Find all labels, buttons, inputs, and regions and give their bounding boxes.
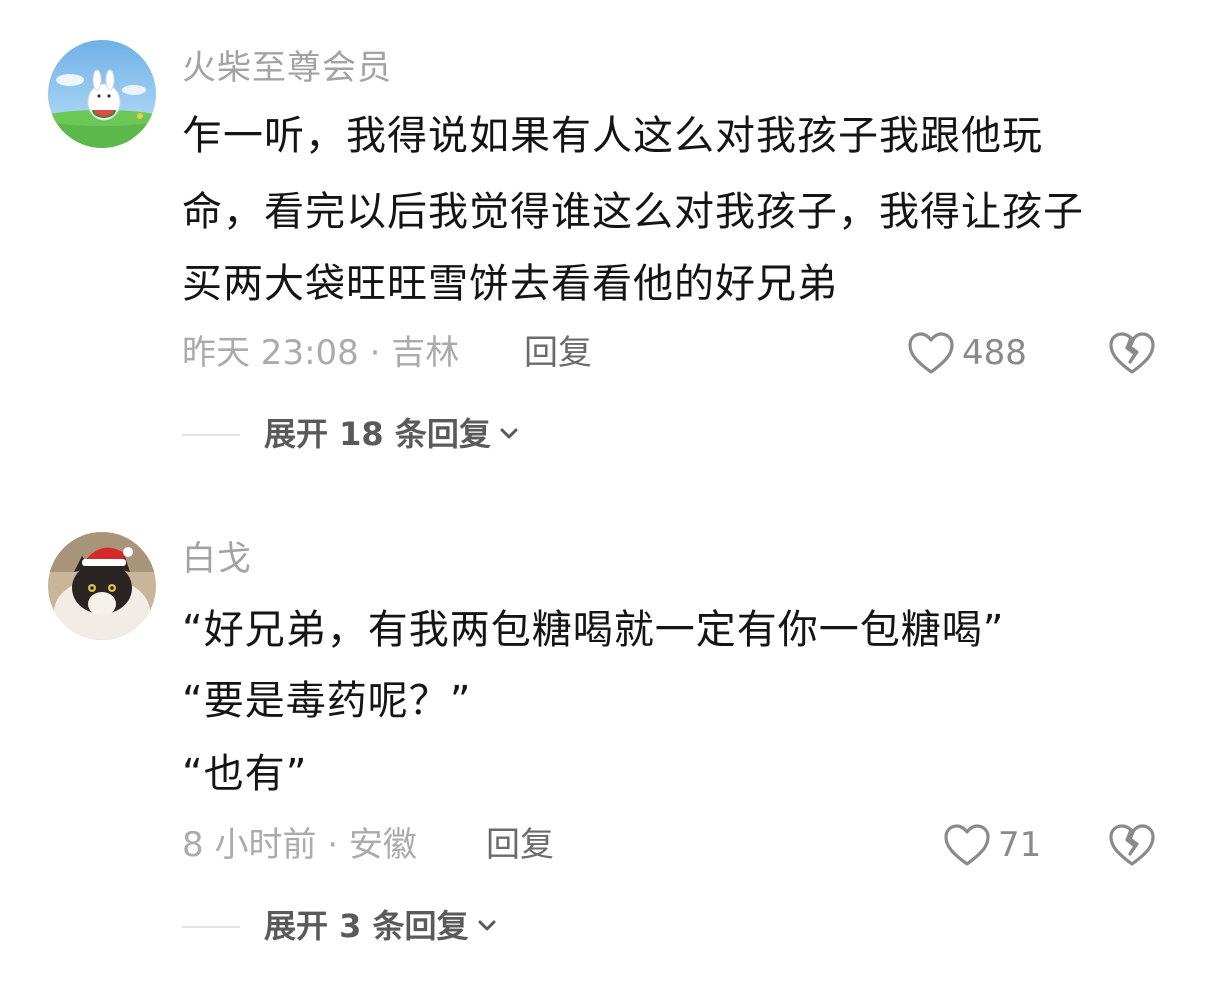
comment-text-line: “要是毒药呢？” (182, 678, 472, 724)
chevron-down-icon (500, 428, 518, 439)
cartoon-bunny-avatar-icon (48, 40, 156, 148)
expand-replies-label: 展开 3 条回复 (264, 907, 469, 945)
like-button[interactable]: 488 (906, 329, 1027, 377)
broken-heart-icon (1109, 824, 1155, 866)
comment-text-line: “也有” (182, 751, 308, 797)
chevron-down-icon (478, 920, 496, 931)
heart-outline-icon (944, 824, 990, 866)
reply-button[interactable]: 回复 (524, 331, 592, 375)
like-button[interactable]: 71 (942, 821, 1041, 869)
avatar[interactable] (48, 40, 156, 148)
cat-santa-hat-avatar-icon (48, 532, 156, 640)
reply-button[interactable]: 回复 (486, 823, 554, 867)
expand-replies-button[interactable]: 展开 3 条回复 (264, 904, 497, 948)
divider (182, 926, 240, 928)
comment-text-line: “好兄弟，有我两包糖喝就一定有你一包糖喝” (182, 607, 1005, 653)
comment-text-line: 命，看完以后我觉得谁这么对我孩子，我得让孩子 (182, 189, 1084, 235)
expand-replies-label: 展开 18 条回复 (264, 415, 491, 453)
comment-text-line: 乍一听，我得说如果有人这么对我孩子我跟他玩 (182, 113, 1043, 159)
avatar[interactable] (48, 532, 156, 640)
comment-meta: 昨天 23:08 · 吉林 (182, 333, 460, 373)
expand-replies-button[interactable]: 展开 18 条回复 (264, 412, 519, 456)
comment-text-line: 买两大袋旺旺雪饼去看看他的好兄弟 (182, 261, 838, 307)
like-count: 71 (998, 825, 1042, 865)
dislike-button[interactable] (1108, 822, 1156, 870)
username[interactable]: 火柴至尊会员 (182, 46, 392, 90)
comment-meta: 8 小时前 · 安徽 (182, 825, 417, 865)
divider (182, 434, 240, 436)
heart-outline-icon (908, 332, 954, 374)
username[interactable]: 白戈 (182, 537, 252, 581)
broken-heart-icon (1109, 332, 1155, 374)
dislike-button[interactable] (1108, 330, 1156, 378)
like-count: 488 (962, 333, 1027, 373)
